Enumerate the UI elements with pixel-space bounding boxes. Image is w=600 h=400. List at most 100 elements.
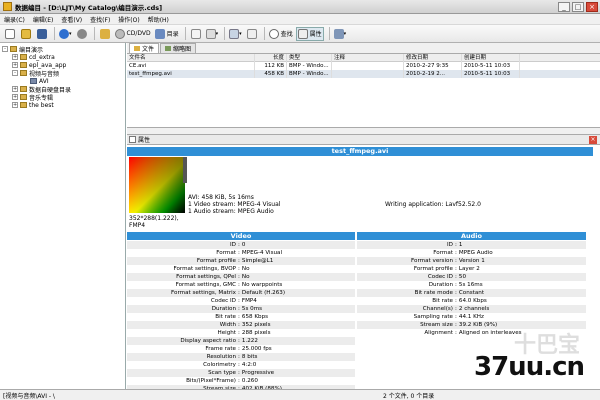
menu-catalog[interactable]: 编录(C) [4, 15, 25, 24]
tree-node-label: cd_extra [29, 53, 55, 61]
property-key: Format profile [196, 258, 236, 264]
collapse-icon[interactable]: - [12, 70, 18, 76]
video-property-row: ID:0 [127, 241, 355, 249]
file-list[interactable]: 文件名 长度 类型 注释 修改日期 创建日期 CE.avi 112 KB BMP… [127, 54, 600, 128]
property-value: 1 [458, 242, 463, 248]
minimize-button[interactable]: _ [558, 1, 570, 12]
tab-files[interactable]: 文件 [129, 43, 160, 53]
film-folder-icon [30, 78, 37, 84]
col-created[interactable]: 创建日期 [462, 54, 520, 62]
property-value: 44.1 KHz [458, 314, 484, 320]
table-row[interactable]: test_ffmpeg.avi 458 KB BMP - Windo... 20… [127, 70, 600, 78]
property-value: 4:2:0 [241, 362, 257, 368]
save-button[interactable] [35, 27, 49, 41]
details-icon [246, 28, 257, 39]
watermark-text: 37uu.cn [474, 352, 585, 382]
video-thumbnail [129, 157, 185, 213]
property-value: 0.260 [241, 378, 258, 384]
property-key: Format settings, BVOP [173, 266, 236, 272]
writing-application: Writing application: Lavf52.52.0 [385, 201, 481, 208]
property-key: Resolution [206, 354, 236, 360]
expand-icon[interactable]: + [12, 94, 18, 100]
property-value: 0 [241, 242, 246, 248]
tree-node-label: 视频与音频 [29, 70, 60, 78]
cd-dvd-button[interactable]: CD/DVD [114, 27, 152, 41]
property-key: Colorimetry [203, 362, 236, 368]
file-list-header: 文件名 长度 类型 注释 修改日期 创建日期 [127, 54, 600, 62]
new-button[interactable] [3, 27, 17, 41]
close-button[interactable]: × [586, 1, 598, 12]
thumbnail-strip [183, 157, 187, 183]
expand-icon[interactable]: + [12, 54, 18, 60]
video-property-row: Format: MPEG-4 Visual [127, 249, 355, 257]
catalog-tree[interactable]: - 编目演示 + cd_extra + epl_ava_app - 视频与音频 AVI + 数据自硬… [0, 43, 126, 389]
export-button[interactable]: ▾ [333, 27, 348, 41]
expand-icon[interactable]: + [12, 62, 18, 68]
catalog-icon [154, 28, 165, 39]
menu-edit[interactable]: 编辑(E) [33, 15, 53, 24]
menu-operate[interactable]: 操作(O) [118, 15, 139, 24]
view-mode-button[interactable]: ▾ [228, 27, 243, 41]
view-mode-icon [229, 28, 240, 39]
up-folder-button[interactable] [98, 27, 112, 41]
menu-view[interactable]: 查看(V) [61, 15, 82, 24]
col-modified[interactable]: 修改日期 [404, 54, 462, 62]
tree-node[interactable]: - 视频与音频 [2, 69, 123, 78]
property-value: 2 channels [458, 306, 490, 312]
property-value: 658 Kbps [241, 314, 269, 320]
stop-button[interactable] [75, 27, 89, 41]
video-property-row: Frame rate:25.000 fps [127, 345, 355, 353]
tree-node[interactable]: + 音乐专辑 [2, 93, 123, 102]
audio-section-header: Audio [357, 232, 586, 240]
list-view-button[interactable]: ▾ [205, 27, 220, 41]
details-button[interactable] [245, 27, 259, 41]
find-button[interactable]: 查找 [268, 27, 294, 41]
video-property-row: Format settings, BVOP: No [127, 265, 355, 273]
property-value: 288 pixels [241, 330, 271, 336]
tab-thumbnails[interactable]: 缩略图 [160, 43, 197, 53]
properties-button[interactable]: 属性 [295, 26, 324, 41]
disc-icon [114, 28, 125, 39]
tree-node[interactable]: + epl_ava_app [2, 61, 123, 69]
tree-node[interactable]: - 编目演示 [2, 45, 123, 54]
copy-button[interactable] [189, 27, 203, 41]
property-key: Format profile [413, 266, 453, 272]
col-type[interactable]: 类型 [287, 54, 332, 62]
expand-icon[interactable]: + [12, 86, 18, 92]
property-key: Frame rate [205, 346, 236, 352]
property-value: Simple@L1 [241, 258, 274, 264]
folder-icon [20, 54, 27, 60]
up-folder-icon [99, 28, 110, 39]
property-value: MPEG-4 Visual [241, 250, 283, 256]
stop-icon [76, 28, 87, 39]
folder-icon [20, 86, 27, 92]
property-key: Duration [211, 306, 236, 312]
property-key: Bits/(Pixel*Frame) [186, 378, 236, 384]
tree-node[interactable]: + the best [2, 101, 123, 109]
property-value: No warppoints [241, 282, 283, 288]
menu-find[interactable]: 查找(F) [90, 15, 110, 24]
expand-icon[interactable]: + [12, 102, 18, 108]
splitter[interactable] [127, 128, 600, 135]
property-value: Progressive [241, 370, 275, 376]
col-name[interactable]: 文件名 [127, 54, 255, 62]
property-key: Format settings, Matrix [171, 290, 236, 296]
collapse-icon[interactable]: - [2, 46, 8, 52]
tree-node[interactable]: + 数据自硬盘目录 [2, 85, 123, 94]
catalog-button[interactable]: 目录 [154, 27, 180, 41]
property-value: MPEG Audio [458, 250, 493, 256]
back-arrow-icon [59, 28, 69, 39]
menu-help[interactable]: 帮助(H) [148, 15, 169, 24]
maximize-button[interactable]: □ [572, 1, 584, 12]
status-count: 2 个文件, 0 个目录 [383, 392, 435, 400]
col-comment[interactable]: 注释 [332, 54, 404, 62]
open-button[interactable] [19, 27, 33, 41]
audio-stream-summary: 1 Audio stream: MPEG Audio [188, 208, 274, 215]
back-button[interactable]: ▾ [58, 27, 73, 41]
property-key: Format settings, GMC [175, 282, 236, 288]
tree-node[interactable]: + cd_extra [2, 53, 123, 61]
close-panel-button[interactable]: × [589, 136, 597, 144]
property-key: Bit rate [432, 298, 453, 304]
table-row[interactable]: CE.avi 112 KB BMP - Windo... 2010-2-27 9… [127, 62, 600, 70]
col-size[interactable]: 长度 [255, 54, 287, 62]
